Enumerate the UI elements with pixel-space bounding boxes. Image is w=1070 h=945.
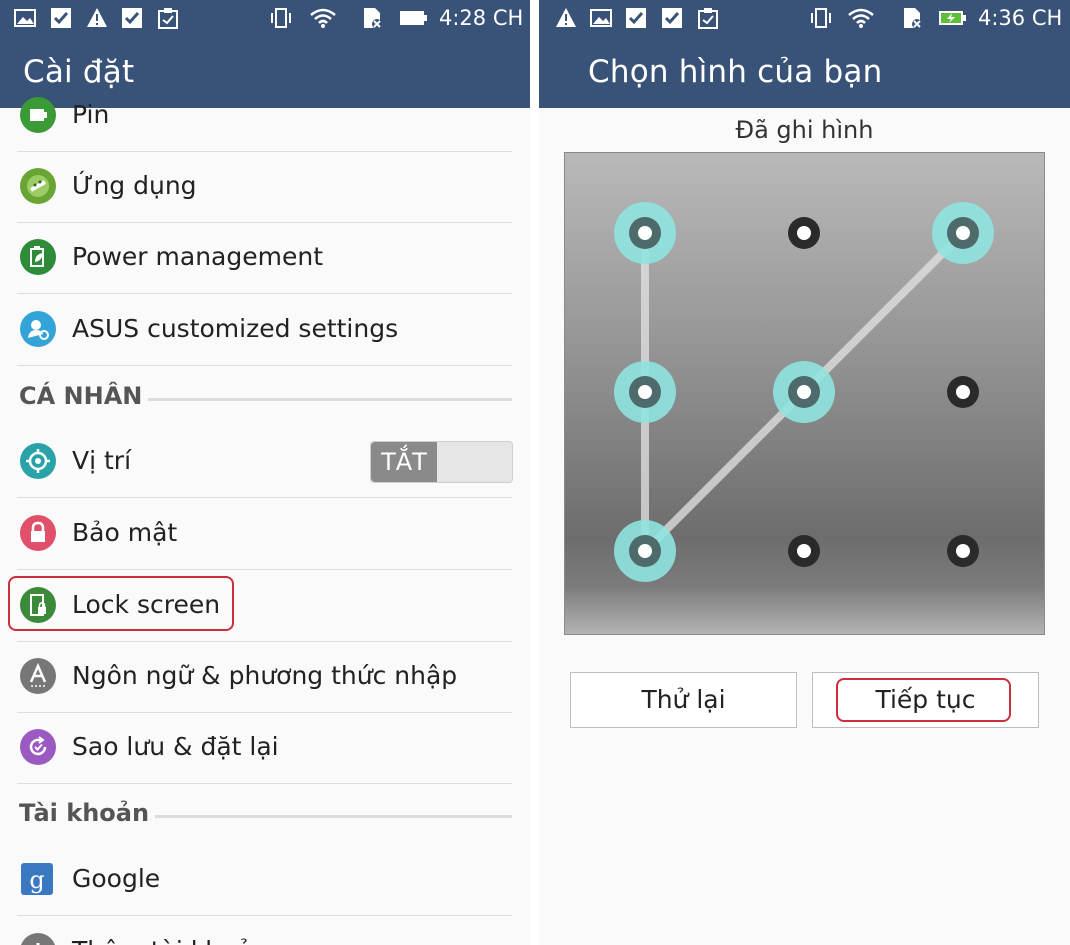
status-time: 4:28 CH <box>439 6 524 30</box>
page-title: Chọn hình của bạn <box>588 54 883 90</box>
settings-item-language[interactable]: Ngôn ngữ & phương thức nhập <box>17 641 512 713</box>
settings-item-label: Power management <box>72 242 324 271</box>
settings-screen: 4:28 CH Cài đặt Pin Ứng dụng Power manag… <box>0 0 530 945</box>
svg-text:g: g <box>29 866 44 894</box>
settings-item-label: Google <box>72 864 161 893</box>
pattern-dot-selected[interactable] <box>773 361 835 423</box>
settings-item-label: Sao lưu & đặt lại <box>72 732 279 761</box>
clipboard-check-icon <box>158 8 178 29</box>
pattern-dot-selected[interactable] <box>614 361 676 423</box>
clipboard-check-icon <box>698 8 718 29</box>
wifi-icon <box>848 8 874 28</box>
language-icon <box>20 658 56 694</box>
wifi-icon <box>310 8 336 28</box>
lock-icon <box>20 515 56 551</box>
checkbox-icon <box>626 8 646 28</box>
settings-item-label: Ngôn ngữ & phương thức nhập <box>72 661 458 690</box>
settings-item-label: ASUS customized settings <box>72 314 399 343</box>
choose-pattern-screen: 4:36 CH Chọn hình của bạn Đã ghi hình Th… <box>539 0 1070 945</box>
battery-icon <box>400 11 427 25</box>
settings-item-add-account[interactable]: Thêm tài khoản <box>17 916 512 945</box>
lock-screen-highlight <box>8 576 234 631</box>
pattern-dot-selected[interactable] <box>932 202 994 264</box>
section-title: Tài khoản <box>19 799 156 827</box>
settings-item-battery[interactable]: Pin <box>17 80 512 152</box>
no-sim-icon <box>904 8 922 29</box>
checkbox-icon <box>51 8 71 28</box>
vibrate-icon <box>271 8 291 28</box>
settings-item-label: Pin <box>72 100 110 129</box>
pattern-grid[interactable] <box>564 152 1045 635</box>
settings-item-label: Vị trí <box>72 446 132 475</box>
power-leaf-icon <box>20 239 56 275</box>
pattern-dot[interactable] <box>788 535 820 567</box>
asus-settings-icon <box>20 311 56 347</box>
settings-item-label: Bảo mật <box>72 518 178 547</box>
checkbox-icon <box>122 8 142 28</box>
photo-icon <box>590 9 612 27</box>
settings-item-backup-reset[interactable]: Sao lưu & đặt lại <box>17 712 512 784</box>
settings-item-power-management[interactable]: Power management <box>17 222 512 294</box>
google-icon: g <box>21 863 53 895</box>
add-account-icon <box>20 933 56 945</box>
section-header-accounts: Tài khoản <box>19 795 512 835</box>
backup-icon <box>20 729 56 765</box>
pattern-dot[interactable] <box>947 535 979 567</box>
settings-item-label: Thêm tài khoản <box>72 936 268 945</box>
continue-highlight <box>836 678 1011 722</box>
retry-button[interactable]: Thử lại <box>570 672 797 728</box>
warning-icon <box>556 8 576 27</box>
settings-item-asus-settings[interactable]: ASUS customized settings <box>17 294 512 366</box>
settings-item-apps[interactable]: Ứng dụng <box>17 151 512 223</box>
pattern-dot[interactable] <box>788 217 820 249</box>
settings-item-label: Ứng dụng <box>72 171 197 200</box>
location-icon <box>20 443 56 479</box>
warning-icon <box>87 8 107 27</box>
settings-item-google[interactable]: g Google <box>17 844 512 916</box>
battery-icon <box>20 97 56 133</box>
section-header-personal: CÁ NHÂN <box>19 378 512 418</box>
location-toggle[interactable]: TẮT <box>370 441 513 483</box>
pattern-status-text: Đã ghi hình <box>735 116 874 144</box>
settings-list[interactable]: Pin Ứng dụng Power management ASUS custo… <box>0 97 530 945</box>
settings-item-security[interactable]: Bảo mật <box>17 498 512 570</box>
section-title: CÁ NHÂN <box>19 382 149 410</box>
battery-charging-icon <box>939 11 966 25</box>
pattern-canvas[interactable] <box>565 153 1044 634</box>
pattern-dot[interactable] <box>947 376 979 408</box>
android-icon <box>20 168 56 204</box>
vibrate-icon <box>811 8 831 28</box>
status-bar: 4:28 CH <box>0 0 530 36</box>
status-bar: 4:36 CH <box>539 0 1070 36</box>
status-time: 4:36 CH <box>978 6 1063 30</box>
app-bar: Chọn hình của bạn <box>539 36 1070 108</box>
photo-icon <box>14 9 36 27</box>
pattern-dot-selected[interactable] <box>614 202 676 264</box>
no-sim-icon <box>364 8 382 29</box>
toggle-state-label: TẮT <box>371 442 437 482</box>
pattern-dot-selected[interactable] <box>614 520 676 582</box>
pattern-path-segment <box>800 229 967 396</box>
pattern-path-segment <box>641 388 808 555</box>
checkbox-icon <box>662 8 682 28</box>
